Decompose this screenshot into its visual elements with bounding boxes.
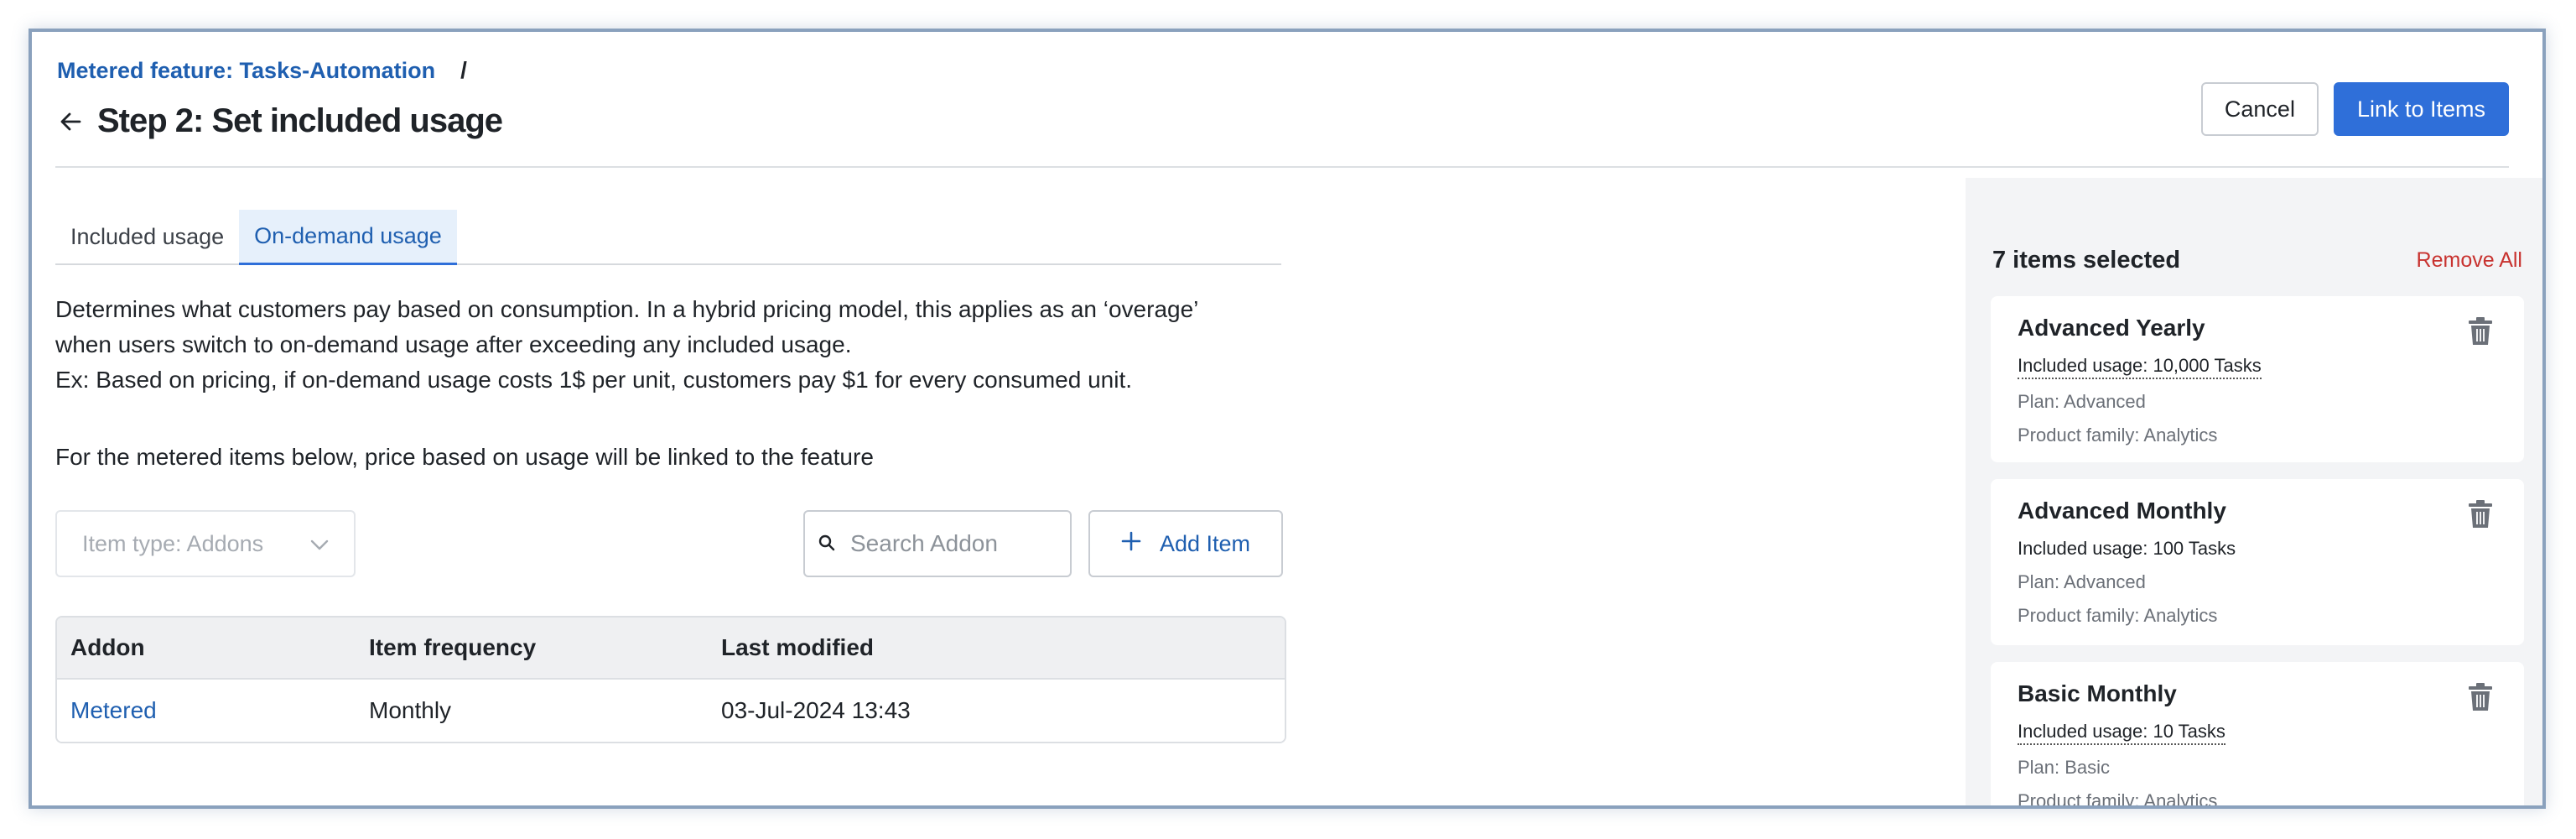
selected-count: 7 items selected [1992, 247, 2181, 274]
description: Determines what customers pay based on c… [55, 292, 1280, 475]
item-type-select[interactable]: Item type: Addons [55, 510, 356, 577]
addon-table: Addon Item frequency Last modified Meter… [55, 616, 1286, 743]
item-product-family: Product family: Analytics [2018, 790, 2218, 809]
selected-items-panel: 7 items selected Remove All Advanced Yea… [1966, 178, 2542, 809]
filter-controls: Item type: Addons Search Addon Add Item [55, 510, 1285, 577]
description-note: For the metered items below, price based… [55, 444, 874, 470]
item-plan: Plan: Advanced [2018, 571, 2146, 592]
item-type-value: Item type: Addons [82, 530, 264, 556]
breadcrumb-separator: / [460, 57, 467, 83]
trash-icon[interactable] [2467, 682, 2494, 712]
column-header-addon: Addon [70, 634, 145, 660]
selected-item-card: Basic Monthly Included usage: 10 Tasks P… [1991, 662, 2524, 809]
back-arrow-icon[interactable] [55, 107, 86, 137]
selected-items-header: 7 items selected Remove All [1992, 247, 2522, 274]
breadcrumb: Metered feature: Tasks-Automation / [57, 57, 467, 84]
item-product-family: Product family: Analytics [2018, 605, 2218, 626]
column-header-modified: Last modified [721, 634, 875, 660]
trash-icon[interactable] [2467, 499, 2494, 529]
item-product-family: Product family: Analytics [2018, 425, 2218, 446]
tab-on-demand-usage[interactable]: On-demand usage [239, 210, 457, 265]
cancel-button[interactable]: Cancel [2200, 82, 2319, 136]
search-input[interactable]: Search Addon [803, 510, 1072, 577]
item-included-usage[interactable]: Included usage: 10,000 Tasks [2018, 355, 2262, 379]
header-divider [55, 166, 2509, 168]
item-name: Advanced Monthly [2018, 498, 2226, 524]
item-name: Basic Monthly [2018, 680, 2177, 706]
table-row: Metered Monthly 03-Jul-2024 13:43 [57, 680, 1285, 742]
description-line: when users switch to on-demand usage aft… [55, 331, 852, 357]
selected-item-card: Advanced Yearly Included usage: 10,000 T… [1991, 296, 2524, 462]
chevron-down-icon [310, 531, 329, 557]
usage-tabs: Included usage On-demand usage [55, 210, 1281, 265]
last-modified: 03-Jul-2024 13:43 [721, 697, 911, 723]
remove-all-button[interactable]: Remove All [2417, 248, 2522, 273]
title-row: Step 2: Set included usage [55, 102, 503, 140]
selected-item-card: Advanced Monthly Included usage: 100 Tas… [1991, 479, 2524, 645]
table-header: Addon Item frequency Last modified [57, 618, 1285, 680]
description-example: Ex: Based on pricing, if on-demand usage… [55, 367, 1133, 393]
description-line: Determines what customers pay based on c… [55, 296, 1199, 322]
add-item-label: Add Item [1159, 530, 1251, 556]
breadcrumb-link[interactable]: Metered feature: Tasks-Automation [57, 58, 435, 84]
search-icon [818, 530, 835, 557]
header-actions: Cancel Link to Items [2200, 82, 2509, 136]
column-header-frequency: Item frequency [369, 634, 537, 660]
item-included-usage: Included usage: 100 Tasks [2018, 538, 2236, 559]
addon-link[interactable]: Metered [57, 697, 369, 724]
item-plan: Plan: Basic [2018, 757, 2111, 778]
trash-icon[interactable] [2467, 316, 2494, 347]
search-placeholder: Search Addon [850, 530, 998, 556]
page-title: Step 2: Set included usage [97, 102, 503, 139]
add-item-button[interactable]: Add Item [1088, 510, 1283, 577]
app-window: Metered feature: Tasks-Automation / Step… [29, 29, 2546, 809]
link-to-items-button[interactable]: Link to Items [2333, 82, 2509, 136]
item-plan: Plan: Advanced [2018, 391, 2146, 412]
plus-icon [1121, 531, 1141, 557]
main-content: Included usage On-demand usage Determine… [55, 210, 1288, 743]
item-frequency: Monthly [369, 697, 452, 723]
item-name: Advanced Yearly [2018, 315, 2205, 341]
tab-included-usage[interactable]: Included usage [55, 210, 239, 263]
item-included-usage[interactable]: Included usage: 10 Tasks [2018, 721, 2225, 745]
